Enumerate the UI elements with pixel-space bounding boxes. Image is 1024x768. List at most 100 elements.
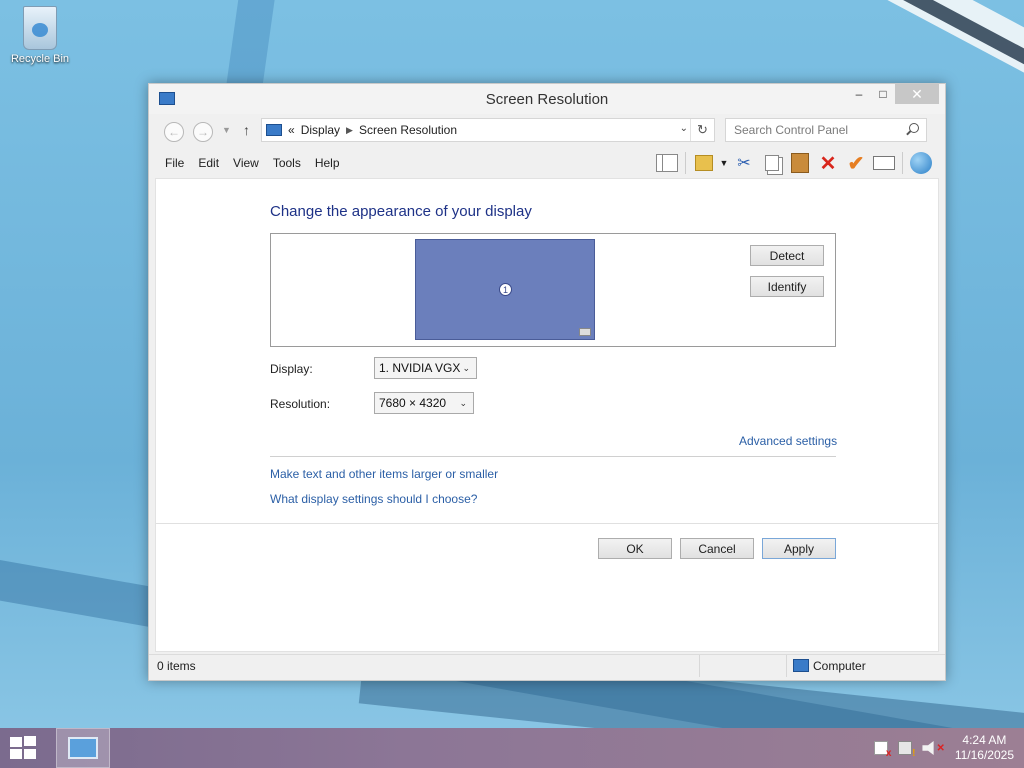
status-location: Computer — [813, 659, 866, 673]
menu-file[interactable]: File — [165, 156, 184, 170]
desktop-icon-label: Recycle Bin — [10, 53, 70, 65]
monitor-number-badge: 1 — [499, 283, 512, 296]
network-icon[interactable] — [898, 741, 915, 759]
windows-logo-icon — [24, 749, 36, 759]
display-help-link[interactable]: What display settings should I choose? — [270, 492, 477, 506]
forward-button[interactable]: → — [193, 122, 213, 142]
toolbar-separator — [685, 152, 686, 174]
delete-icon: ✕ — [819, 152, 837, 175]
clock-time: 4:24 AM — [962, 733, 1007, 747]
status-divider — [699, 655, 700, 677]
start-button[interactable] — [10, 736, 38, 760]
window-title: Screen Resolution — [485, 91, 609, 108]
taskbar-app-control-panel[interactable] — [56, 728, 110, 768]
search-box[interactable]: Search Control Panel — [725, 118, 927, 142]
navigation-bar: ← → ▼ ↑ « Display ▶ Screen Resolution ⌄ … — [149, 114, 945, 148]
apply-button[interactable]: Apply — [762, 538, 836, 559]
recycle-bin-icon — [23, 6, 57, 50]
monitor-1[interactable]: 1 — [415, 239, 595, 340]
text-size-link[interactable]: Make text and other items larger or smal… — [270, 467, 498, 481]
check-icon: ✔ — [847, 152, 865, 175]
breadcrumb-separator-icon[interactable]: ▶ — [346, 125, 353, 136]
copy-button[interactable] — [758, 150, 786, 176]
identify-button[interactable]: Identify — [750, 276, 824, 297]
breadcrumb-overflow[interactable]: « — [288, 123, 295, 137]
menu-help[interactable]: Help — [315, 156, 340, 170]
menu-tools[interactable]: Tools — [273, 156, 301, 170]
search-input[interactable]: Search Control Panel — [734, 123, 848, 137]
monitor-corner-icon — [579, 328, 591, 336]
toolbar-separator — [902, 152, 903, 174]
divider — [156, 523, 938, 524]
breadcrumb-display[interactable]: Display — [301, 123, 340, 137]
apply-check-button[interactable]: ✔ — [842, 150, 870, 176]
screen-resolution-window: Screen Resolution – □ ✕ ← → ▼ ↑ « Displa… — [148, 83, 946, 681]
recent-locations-dropdown[interactable]: ▼ — [222, 125, 231, 135]
chevron-down-icon: ⌄ — [462, 363, 470, 373]
system-tray: ✕ 4:24 AM 11/16/2025 — [874, 728, 1014, 768]
search-icon[interactable] — [909, 123, 919, 133]
control-panel-icon — [266, 124, 282, 136]
item-count: 0 items — [157, 659, 196, 673]
refresh-button[interactable]: ↻ — [690, 119, 714, 141]
address-bar[interactable]: « Display ▶ Screen Resolution ⌄ ↻ — [261, 118, 715, 142]
volume-icon[interactable] — [922, 741, 934, 755]
status-bar: 0 items Computer — [149, 654, 945, 677]
cut-button[interactable]: ✂ — [730, 150, 758, 176]
status-divider — [786, 655, 787, 677]
arrow-left-icon: ← — [168, 125, 180, 139]
organize-button[interactable] — [690, 150, 718, 176]
paste-button[interactable] — [786, 150, 814, 176]
desktop-icon-recycle-bin[interactable]: Recycle Bin — [6, 6, 74, 65]
properties-icon — [873, 156, 895, 170]
toolbar: ▼ ✂ ✕ ✔ — [653, 150, 935, 176]
muted-icon: ✕ — [936, 742, 945, 754]
layout-icon — [656, 154, 678, 172]
resolution-select-value: 7680 × 4320 — [379, 396, 447, 410]
layout-button[interactable] — [653, 150, 681, 176]
properties-button[interactable] — [870, 150, 898, 176]
display-settings-icon — [68, 737, 98, 759]
clock[interactable]: 4:24 AM 11/16/2025 — [955, 733, 1014, 763]
ok-button[interactable]: OK — [598, 538, 672, 559]
resolution-select[interactable]: 7680 × 4320 ⌄ — [374, 392, 474, 414]
display-select[interactable]: 1. NVIDIA VGX ⌄ — [374, 357, 477, 379]
detect-button[interactable]: Detect — [750, 245, 824, 266]
windows-logo-icon — [24, 736, 36, 746]
menu-bar: File Edit View Tools Help ▼ ✂ ✕ ✔ — [149, 148, 945, 178]
windows-logo-icon — [10, 737, 22, 747]
cancel-button[interactable]: Cancel — [680, 538, 754, 559]
folder-icon — [695, 155, 713, 171]
clock-date: 11/16/2025 — [954, 748, 1014, 762]
close-button[interactable]: ✕ — [895, 84, 939, 104]
cut-icon: ✂ — [737, 155, 751, 172]
arrow-right-icon: → — [197, 125, 209, 139]
taskbar: ✕ 4:24 AM 11/16/2025 — [0, 728, 1024, 768]
title-bar[interactable]: Screen Resolution – □ ✕ — [149, 84, 945, 114]
windows-logo-icon — [10, 749, 22, 759]
minimize-button[interactable]: – — [847, 84, 871, 104]
monitor-arrangement-area: 1 Detect Identify — [270, 233, 836, 347]
breadcrumb-screen-resolution[interactable]: Screen Resolution — [359, 123, 457, 137]
display-select-value: 1. NVIDIA VGX — [379, 361, 461, 375]
chevron-down-icon: ⌄ — [459, 398, 467, 408]
menu-view[interactable]: View — [233, 156, 259, 170]
up-button[interactable]: ↑ — [243, 122, 250, 138]
resolution-label: Resolution: — [270, 397, 331, 411]
computer-icon — [793, 659, 809, 672]
globe-button[interactable] — [907, 150, 935, 176]
content-panel: Change the appearance of your display 1 … — [155, 178, 939, 652]
maximize-button[interactable]: □ — [871, 84, 895, 104]
display-label: Display: — [270, 362, 313, 376]
address-dropdown-icon[interactable]: ⌄ — [680, 123, 688, 134]
globe-icon — [910, 152, 932, 174]
organize-dropdown[interactable]: ▼ — [718, 150, 730, 176]
delete-button[interactable]: ✕ — [814, 150, 842, 176]
divider — [270, 456, 836, 457]
copy-icon — [765, 155, 779, 171]
advanced-settings-link[interactable]: Advanced settings — [739, 434, 837, 448]
menu-edit[interactable]: Edit — [198, 156, 219, 170]
action-center-icon[interactable] — [874, 741, 891, 759]
page-title: Change the appearance of your display — [270, 203, 532, 220]
back-button[interactable]: ← — [164, 122, 184, 142]
